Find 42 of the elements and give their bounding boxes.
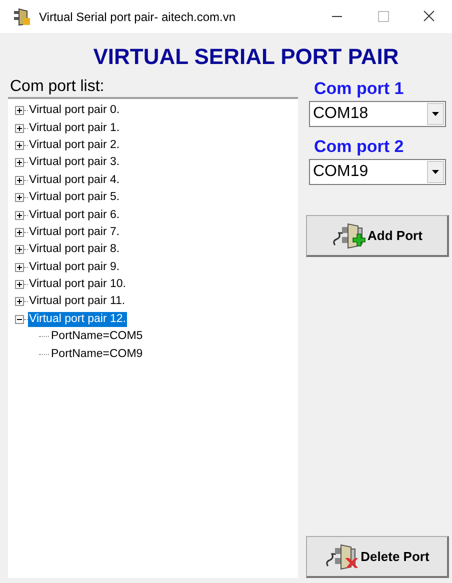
expand-icon[interactable] (15, 297, 24, 306)
expand-icon[interactable] (15, 193, 24, 202)
tree-item[interactable]: Virtual port pair 4. (28, 172, 121, 188)
tree-item[interactable]: Virtual port pair 3. (28, 155, 121, 170)
expand-icon[interactable] (15, 262, 24, 272)
tree-item[interactable]: Virtual port pair 9. (28, 260, 121, 275)
expand-icon[interactable] (15, 245, 24, 254)
expand-icon[interactable] (15, 106, 24, 116)
com-port-label: Com port 2 (313, 136, 405, 158)
expand-icon[interactable] (15, 280, 24, 290)
app-icon (12, 8, 32, 26)
com-port-label: Com port 1 (313, 78, 405, 100)
serial-port-add-icon (332, 220, 366, 250)
app-heading: VIRTUAL SERIAL PORT PAIR (92, 43, 400, 71)
window-title: Virtual Serial port pair- aitech.com.vn (39, 8, 236, 26)
tree-item[interactable]: PortName=COM9 (49, 346, 143, 363)
expand-icon[interactable] (15, 124, 24, 133)
expand-icon[interactable] (15, 228, 24, 237)
expand-icon[interactable] (15, 140, 24, 150)
tree-item[interactable]: Virtual port pair 5. (28, 190, 121, 206)
tree-item[interactable]: Virtual port pair 6. (28, 208, 121, 223)
com-port-dropdown[interactable]: COM18 (309, 101, 446, 127)
tree-item[interactable]: Virtual port pair 12. (28, 312, 127, 327)
expand-icon[interactable] (15, 176, 24, 185)
tree-item[interactable]: Virtual port pair 8. (28, 242, 121, 258)
tree-label: Com port list: (9, 77, 106, 97)
tree-item[interactable]: Virtual port pair 2. (28, 138, 121, 153)
tree-item[interactable]: Virtual port pair 10. (28, 277, 127, 292)
tree-item[interactable]: Virtual port pair 0. (28, 103, 121, 118)
com-port-dropdown[interactable]: COM19 (309, 159, 446, 185)
collapse-icon[interactable] (15, 314, 24, 324)
tree-item[interactable]: PortName=COM5 (49, 328, 143, 346)
serial-port-delete-icon (324, 542, 359, 572)
expand-icon[interactable] (15, 210, 24, 220)
dropdown-arrow-icon (432, 112, 439, 116)
tree-item[interactable]: Virtual port pair 1. (28, 120, 121, 136)
tree-item[interactable]: Virtual port pair 11. (28, 294, 126, 310)
delete-port-button[interactable]: Delete Port (306, 536, 449, 578)
dropdown-arrow-icon (432, 170, 439, 174)
tree-item[interactable]: Virtual port pair 7. (28, 224, 121, 240)
expand-icon[interactable] (15, 158, 24, 168)
add-port-button[interactable]: Add Port (306, 215, 449, 257)
